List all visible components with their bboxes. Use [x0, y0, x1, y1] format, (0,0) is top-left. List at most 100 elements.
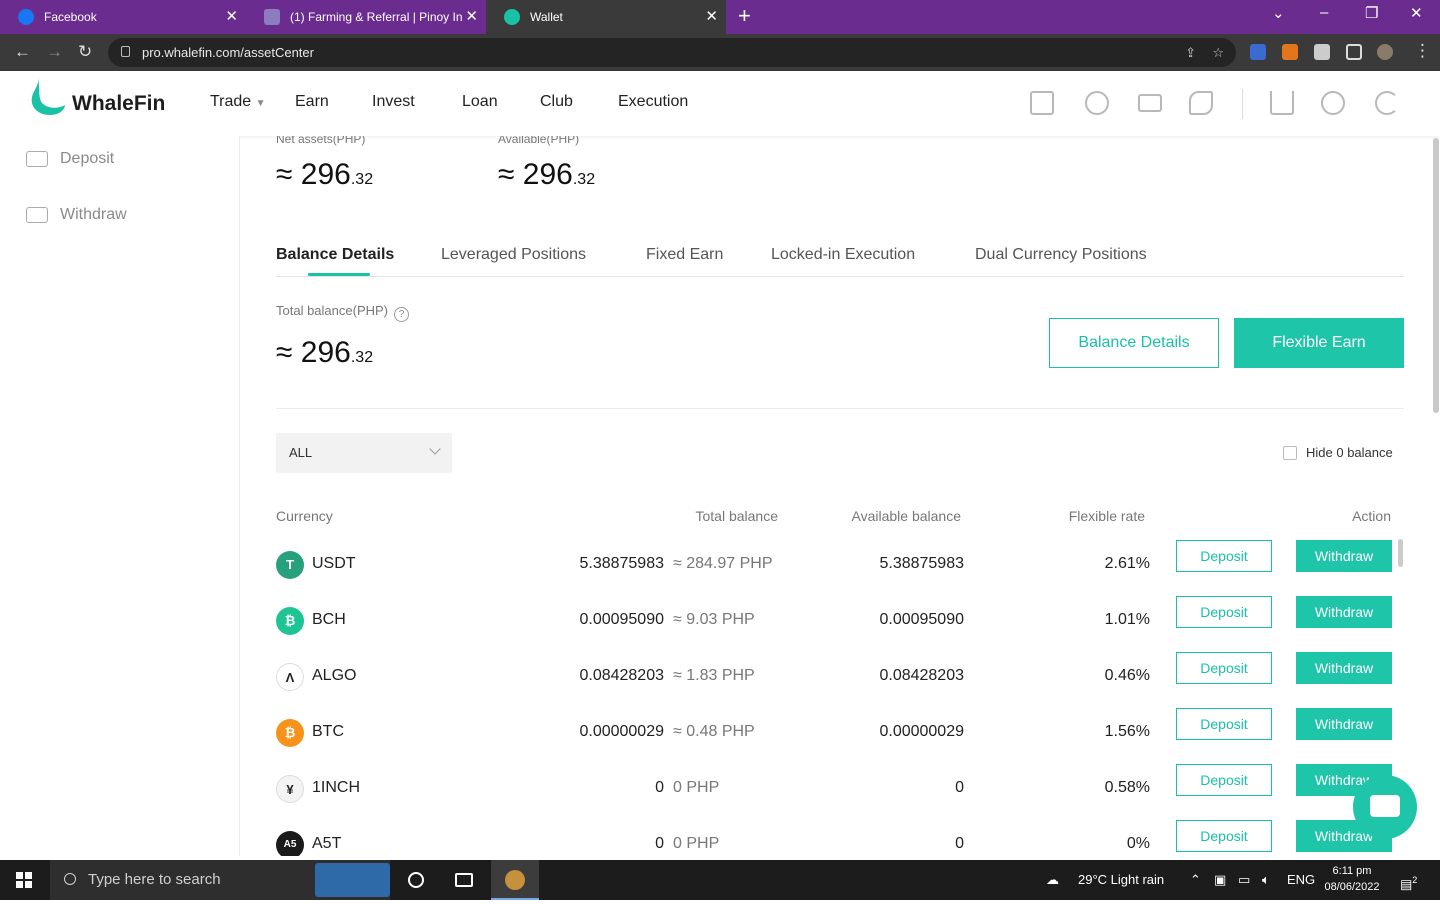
tab-search-chevron-icon[interactable]: ⌄	[1272, 4, 1285, 22]
sidebar: Deposit Withdraw	[0, 136, 240, 856]
total-balance-php: ≈ 0.48 PHP	[673, 723, 755, 740]
total-balance-value: ≈ 296.32	[276, 336, 374, 369]
total-balance-php: 0 PHP	[673, 835, 720, 852]
globe-icon[interactable]	[1321, 91, 1345, 115]
network-icon[interactable]: ▭	[1238, 860, 1250, 900]
cortana-icon[interactable]	[408, 872, 424, 888]
row-deposit-button[interactable]: Deposit	[1176, 820, 1272, 852]
profile-avatar[interactable]	[1377, 44, 1393, 60]
windows-start-icon[interactable]	[16, 872, 32, 888]
row-deposit-button[interactable]: Deposit	[1176, 540, 1272, 572]
shield-extension-icon[interactable]	[1250, 44, 1266, 60]
nav-earn[interactable]: Earn	[295, 93, 329, 111]
sidebar-item-deposit[interactable]: Deposit	[26, 150, 114, 168]
close-window-icon[interactable]: ✕	[1410, 4, 1423, 22]
mail-icon[interactable]	[1138, 94, 1162, 112]
sidebar-item-withdraw[interactable]: Withdraw	[26, 206, 127, 224]
weather-text[interactable]: 29°C Light rain	[1078, 860, 1164, 900]
whale-logo-icon	[31, 75, 66, 115]
row-withdraw-button[interactable]: Withdraw	[1296, 708, 1392, 740]
close-tab-icon[interactable]: ✕	[465, 9, 478, 25]
page-scrollbar[interactable]	[1433, 138, 1439, 413]
notifications-icon[interactable]: ▤2	[1400, 860, 1417, 904]
table-scrollbar[interactable]	[1398, 539, 1403, 567]
nav-trade[interactable]: Trade ▼	[210, 93, 266, 111]
row-withdraw-button[interactable]: Withdraw	[1296, 652, 1392, 684]
row-deposit-button[interactable]: Deposit	[1176, 708, 1272, 740]
reload-icon[interactable]: ↻	[78, 42, 92, 62]
metamask-extension-icon[interactable]	[1282, 44, 1298, 60]
row-deposit-button[interactable]: Deposit	[1176, 596, 1272, 628]
site-favicon-icon	[264, 9, 280, 25]
row-withdraw-button[interactable]: Withdraw	[1296, 596, 1392, 628]
nav-loan[interactable]: Loan	[462, 93, 498, 111]
whalefin-logo[interactable]: WhaleFin	[30, 75, 165, 117]
coin-logo-icon: Λ	[276, 663, 304, 691]
tab-fixed-earn[interactable]: Fixed Earn	[646, 246, 723, 264]
available-balance-amount: 5.38875983	[879, 555, 964, 572]
coin-name: A5T	[312, 835, 342, 852]
search-highlight-image	[315, 863, 390, 897]
sidepanel-icon[interactable]	[1346, 44, 1362, 60]
total-balance-php: ≈ 284.97 PHP	[673, 555, 773, 572]
row-deposit-button[interactable]: Deposit	[1176, 764, 1272, 796]
tab-leveraged-positions[interactable]: Leveraged Positions	[441, 246, 586, 264]
user-icon[interactable]	[1085, 91, 1109, 115]
coin-name: USDT	[312, 555, 356, 572]
lock-icon	[121, 46, 130, 57]
col-available-balance: Available balance	[851, 508, 962, 524]
taskbar-search-box[interactable]: Type here to search	[50, 860, 390, 900]
tab-dual-currency-positions[interactable]: Dual Currency Positions	[975, 246, 1147, 264]
browser-menu-icon[interactable]: ⋮	[1414, 41, 1431, 61]
windows-taskbar: Type here to search ☁ 29°C Light rain ⌃ …	[0, 860, 1440, 900]
currency-filter-select[interactable]: ALL	[276, 433, 452, 473]
row-withdraw-button[interactable]: Withdraw	[1296, 540, 1392, 572]
main-content: Net assets(PHP) ≈ 296.32 Available(PHP) …	[240, 136, 1440, 856]
asset-subtabs: Balance Details Leveraged Positions Fixe…	[276, 246, 1404, 277]
wallet-icon[interactable]	[1030, 91, 1054, 115]
download-icon[interactable]	[1270, 91, 1294, 115]
tray-chevron-icon[interactable]: ⌃	[1190, 860, 1201, 900]
close-tab-icon[interactable]: ✕	[705, 9, 718, 25]
close-tab-icon[interactable]: ✕	[225, 9, 238, 25]
total-balance-amount: 0	[655, 779, 664, 796]
tab-balance-details[interactable]: Balance Details	[276, 246, 394, 264]
new-tab-plus-icon[interactable]: +	[738, 5, 751, 27]
minimize-icon[interactable]: –	[1320, 4, 1328, 21]
browser-tab-wallet[interactable]: Wallet ✕	[486, 0, 726, 34]
row-deposit-button[interactable]: Deposit	[1176, 652, 1272, 684]
total-balance-amount: 0.00095090	[579, 611, 664, 628]
task-view-icon[interactable]	[455, 873, 473, 887]
language-indicator[interactable]: ENG	[1287, 860, 1315, 900]
total-balance-amount: 0.08428203	[579, 667, 664, 684]
browser-tab-farming[interactable]: (1) Farming & Referral | Pinoy Int ✕	[246, 0, 486, 34]
share-icon[interactable]: ⇪	[1185, 38, 1196, 67]
facebook-icon	[18, 9, 34, 25]
nav-club[interactable]: Club	[540, 93, 573, 111]
tab-locked-in-execution[interactable]: Locked-in Execution	[771, 246, 915, 264]
forward-arrow-icon[interactable]: →	[46, 42, 63, 62]
meet-icon[interactable]: ▣	[1214, 860, 1226, 900]
taskbar-chrome-app[interactable]	[491, 860, 539, 900]
flexible-earn-button[interactable]: Flexible Earn	[1234, 318, 1404, 368]
browser-tab-facebook[interactable]: Facebook ✕	[0, 0, 246, 34]
volume-icon[interactable]: 🔈︎	[1262, 860, 1270, 900]
help-icon[interactable]: ?	[394, 307, 409, 322]
total-balance-php: ≈ 1.83 PHP	[673, 667, 755, 684]
phone-icon[interactable]	[1189, 91, 1213, 115]
taskbar-clock[interactable]: 6:11 pm 08/06/2022	[1320, 863, 1384, 895]
puzzle-extension-icon[interactable]	[1314, 44, 1330, 60]
hide-zero-checkbox[interactable]	[1283, 446, 1297, 460]
chat-support-button[interactable]	[1353, 775, 1417, 839]
nav-invest[interactable]: Invest	[372, 93, 415, 111]
moon-icon[interactable]	[1375, 91, 1399, 115]
url-field[interactable]: pro.whalefin.com/assetCenter ⇪ ☆	[108, 38, 1236, 67]
deposit-wallet-icon	[26, 151, 48, 167]
weather-cloud-icon[interactable]: ☁	[1046, 860, 1059, 900]
balance-details-button[interactable]: Balance Details	[1049, 318, 1219, 368]
nav-execution[interactable]: Execution	[618, 93, 688, 111]
restore-icon[interactable]: ❐	[1365, 4, 1378, 22]
back-arrow-icon[interactable]: ←	[14, 42, 31, 62]
star-icon[interactable]: ☆	[1212, 38, 1224, 67]
total-balance-amount: 0.00000029	[579, 723, 664, 740]
